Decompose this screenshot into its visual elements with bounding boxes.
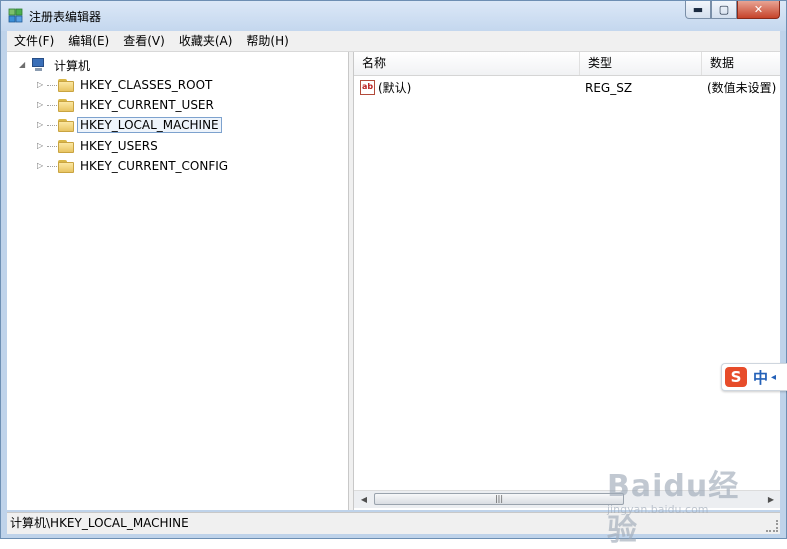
- watermark-url: jingyan.baidu.com: [607, 503, 709, 516]
- folder-icon: [58, 98, 74, 112]
- ab-string-value-icon: ab: [360, 80, 375, 95]
- menu-edit[interactable]: 编辑(E): [61, 31, 116, 51]
- expand-arrow-icon[interactable]: ▷: [37, 80, 47, 90]
- values-list-pane[interactable]: 名称 类型 数据 ab (默认) REG_SZ (数值未设置) ◀ ||| ▶: [354, 52, 780, 510]
- tree-item-hkey-classes-root[interactable]: ▷ HKEY_CLASSES_ROOT: [37, 75, 215, 94]
- maximize-button[interactable]: ▢: [711, 1, 737, 19]
- menu-file[interactable]: 文件(F): [7, 31, 61, 51]
- menu-view[interactable]: 查看(V): [116, 31, 172, 51]
- scrollbar-thumb[interactable]: |||: [374, 493, 624, 505]
- value-type: REG_SZ: [585, 81, 633, 95]
- folder-icon: [58, 118, 74, 132]
- key-tree-pane[interactable]: ◢ 计算机 ▷ HKEY_CLASSES_ROOT ▷ HKEY_CURRENT…: [7, 52, 349, 510]
- tree-item-label: HKEY_CURRENT_CONFIG: [80, 158, 229, 173]
- tree-connector: [47, 124, 57, 126]
- menu-help[interactable]: 帮助(H): [239, 31, 295, 51]
- tree-item-label: HKEY_CLASSES_ROOT: [80, 77, 213, 92]
- table-row[interactable]: ab (默认) REG_SZ (数值未设置): [354, 79, 780, 97]
- status-path: 计算机\HKEY_LOCAL_MACHINE: [10, 516, 189, 530]
- column-header-type[interactable]: 类型: [580, 52, 702, 75]
- list-header: 名称 类型 数据: [354, 52, 780, 76]
- tree-root-computer[interactable]: ◢ 计算机: [19, 56, 93, 74]
- tree-root-label: 计算机: [54, 58, 91, 73]
- expand-arrow-icon[interactable]: ▷: [37, 120, 47, 130]
- window-title: 注册表编辑器: [29, 10, 102, 24]
- folder-icon: [58, 159, 74, 173]
- ime-toolbar[interactable]: S 中 ◂: [721, 363, 787, 391]
- tree-item-hkey-current-config[interactable]: ▷ HKEY_CURRENT_CONFIG: [37, 156, 231, 175]
- ime-expand-icon[interactable]: ◂: [771, 372, 776, 383]
- tree-connector: [47, 165, 57, 167]
- menu-favorites[interactable]: 收藏夹(A): [172, 31, 240, 51]
- tree-item-hkey-users[interactable]: ▷ HKEY_USERS: [37, 136, 161, 155]
- regedit-app-icon: [8, 8, 23, 23]
- tree-item-label-selected: HKEY_LOCAL_MACHINE: [77, 116, 222, 133]
- column-header-name[interactable]: 名称: [354, 52, 580, 75]
- minimize-button[interactable]: ▬: [685, 1, 711, 19]
- folder-icon: [58, 139, 74, 153]
- tree-item-label: HKEY_CURRENT_USER: [80, 97, 214, 112]
- expand-arrow-icon[interactable]: ▷: [37, 161, 47, 171]
- scroll-left-icon[interactable]: ◀: [357, 493, 371, 506]
- folder-icon: [58, 78, 74, 92]
- main-content: ◢ 计算机 ▷ HKEY_CLASSES_ROOT ▷ HKEY_CURRENT…: [7, 52, 780, 510]
- tree-connector: [47, 84, 57, 86]
- collapse-arrow-icon[interactable]: ◢: [19, 60, 29, 70]
- computer-icon: [29, 57, 47, 73]
- column-header-data[interactable]: 数据: [702, 52, 780, 75]
- tree-item-label: HKEY_USERS: [80, 138, 158, 153]
- caption-buttons: ▬ ▢ ✕: [685, 1, 780, 21]
- tree-item-hkey-local-machine[interactable]: ▷ HKEY_LOCAL_MACHINE: [37, 115, 222, 134]
- value-data: (数值未设置): [707, 81, 777, 95]
- ime-mode-chinese[interactable]: 中: [753, 367, 768, 388]
- tree-connector: [47, 104, 57, 106]
- expand-arrow-icon[interactable]: ▷: [37, 141, 47, 151]
- resize-grip-icon[interactable]: [766, 520, 778, 532]
- scroll-right-icon[interactable]: ▶: [764, 493, 778, 506]
- sogou-logo-icon[interactable]: S: [725, 367, 747, 387]
- tree-item-hkey-current-user[interactable]: ▷ HKEY_CURRENT_USER: [37, 95, 217, 114]
- menu-bar: 文件(F) 编辑(E) 查看(V) 收藏夹(A) 帮助(H): [7, 31, 780, 52]
- tree-connector: [47, 145, 57, 147]
- baidu-watermark: Baidu经验 jingyan.baidu.com: [607, 461, 757, 548]
- expand-arrow-icon[interactable]: ▷: [37, 100, 47, 110]
- value-name: (默认): [378, 81, 412, 95]
- close-button[interactable]: ✕: [737, 1, 780, 19]
- title-bar[interactable]: 注册表编辑器 ▬ ▢ ✕: [1, 1, 786, 31]
- regedit-window: 注册表编辑器 ▬ ▢ ✕ 文件(F) 编辑(E) 查看(V) 收藏夹(A) 帮助…: [0, 0, 787, 548]
